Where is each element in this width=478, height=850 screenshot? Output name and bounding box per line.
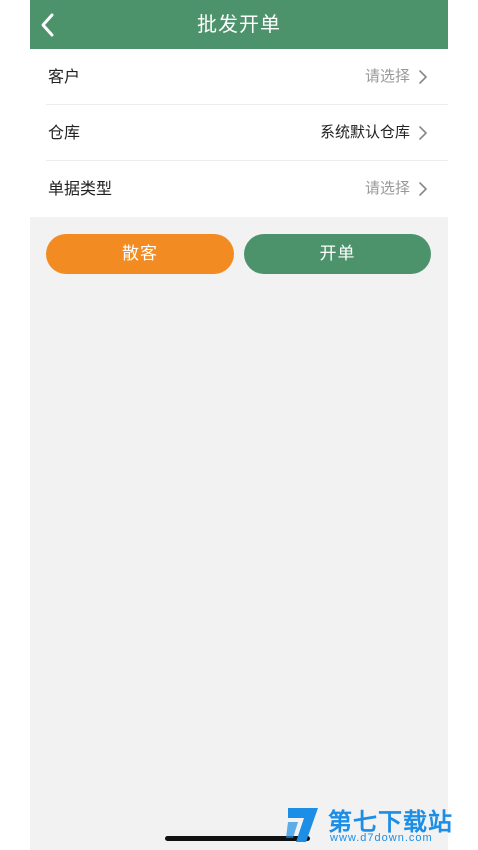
document-type-value: 请选择	[364, 179, 410, 197]
page-title: 批发开单	[197, 12, 281, 36]
navigation-bar: 批发开单	[30, 0, 448, 49]
site-watermark: 第七下载站 www.d7down.com	[284, 800, 478, 850]
order-form: 客户 请选择 仓库 系统默认仓库 单据类型 请选择	[30, 49, 448, 217]
open-order-button[interactable]: 开单	[244, 234, 431, 274]
walk-in-customer-button[interactable]: 散客	[46, 234, 234, 274]
customer-value: 请选择	[364, 67, 410, 85]
document-type-row[interactable]: 单据类型 请选择	[46, 161, 448, 217]
chevron-right-icon	[419, 70, 427, 84]
warehouse-row[interactable]: 仓库 系统默认仓库	[46, 105, 448, 161]
chevron-right-icon	[419, 182, 427, 196]
warehouse-label: 仓库	[48, 123, 81, 142]
warehouse-value: 系统默认仓库	[319, 123, 410, 141]
customer-label: 客户	[48, 67, 81, 86]
app-screen: 批发开单 客户 请选择 仓库 系统默认仓库 单据类型 请选择 散客 开单	[30, 0, 448, 850]
chevron-right-icon	[419, 126, 427, 140]
document-type-label: 单据类型	[48, 179, 113, 198]
watermark-url: www.d7down.com	[330, 832, 433, 844]
customer-row[interactable]: 客户 请选择	[46, 49, 448, 105]
watermark-logo-icon	[286, 808, 318, 842]
